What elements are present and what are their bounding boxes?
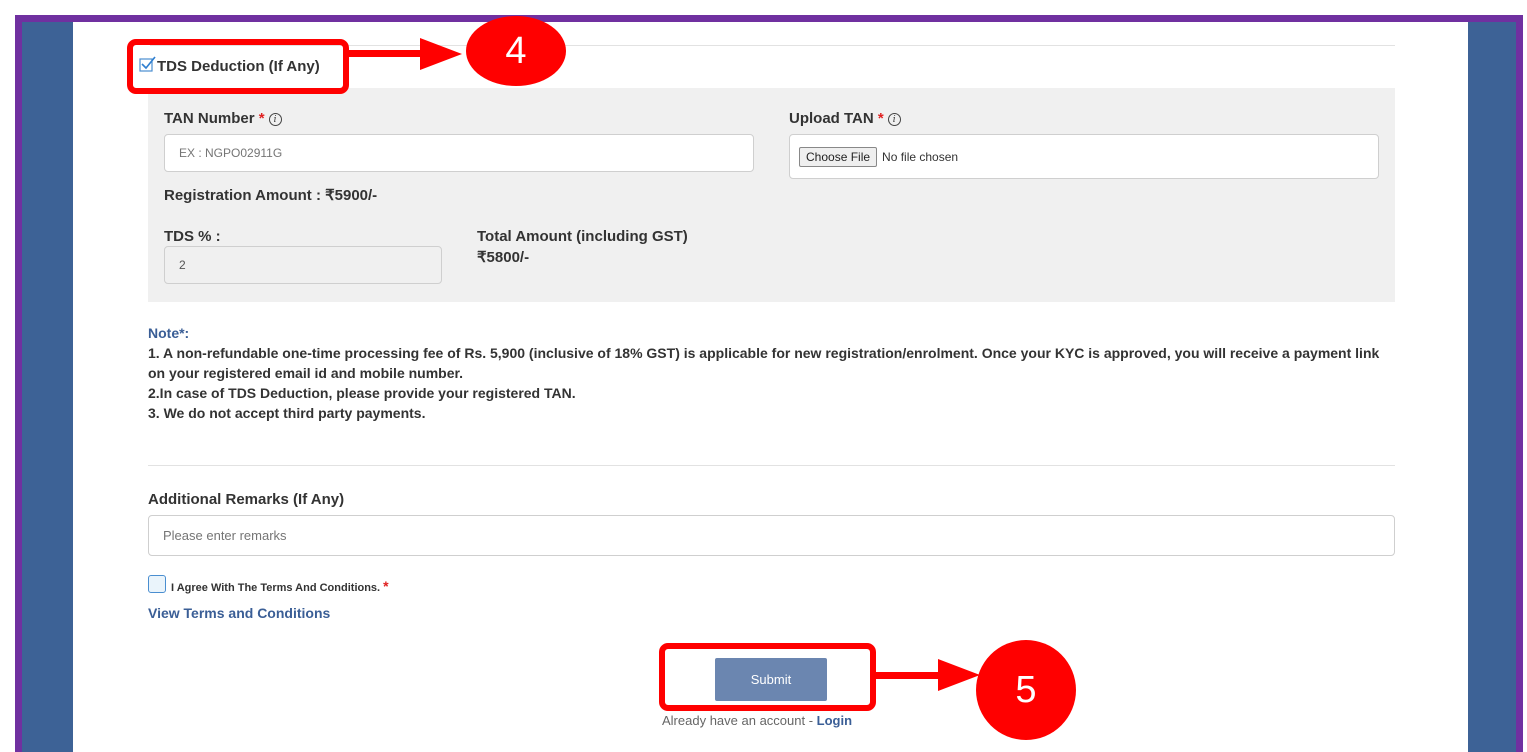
file-status: No file chosen [882, 149, 959, 164]
arrow-5-head [938, 659, 980, 691]
upload-tan-label: Upload TAN * i [789, 110, 901, 127]
choose-file-button[interactable]: Choose File [799, 146, 878, 167]
remarks-input[interactable] [148, 515, 1395, 556]
total-amount-value: ₹5800/- [477, 249, 530, 266]
upload-tan-field: Choose File No file chosen [789, 134, 1379, 179]
tds-percent-label: TDS % : [164, 228, 221, 245]
note-line-1: 1. A non-refundable one-time processing … [148, 345, 1380, 381]
login-link[interactable]: Login [817, 713, 852, 728]
tds-percent-input: 2 [164, 246, 442, 284]
agree-checkbox[interactable] [148, 575, 166, 593]
step-4-badge: 4 [466, 16, 566, 86]
highlight-box-5 [659, 643, 876, 711]
note-heading: Note*: [148, 325, 190, 341]
highlight-box-4 [127, 39, 349, 94]
tan-number-input[interactable] [164, 134, 754, 172]
account-prompt: Already have an account - Login [662, 713, 853, 728]
note-line-3: 3. We do not accept third party payments… [148, 405, 426, 421]
section-divider [148, 465, 1395, 466]
note-section: Note*: 1. A non-refundable one-time proc… [148, 323, 1388, 423]
arrow-4-head [420, 38, 462, 70]
note-line-2: 2.In case of TDS Deduction, please provi… [148, 385, 576, 401]
info-icon: i [887, 112, 901, 126]
step-5-badge: 5 [976, 640, 1076, 740]
tan-number-label: TAN Number * i [164, 110, 282, 127]
agree-label: I Agree With The Terms And Conditions. * [171, 578, 389, 594]
total-amount-label: Total Amount (including GST) [477, 228, 688, 245]
arrow-5-shaft [873, 672, 943, 679]
remarks-label: Additional Remarks (If Any) [148, 491, 345, 508]
registration-amount: Registration Amount : ₹5900/- [164, 187, 378, 204]
arrow-4-shaft [345, 50, 425, 57]
view-terms-link[interactable]: View Terms and Conditions [148, 605, 330, 621]
info-icon: i [268, 112, 282, 126]
